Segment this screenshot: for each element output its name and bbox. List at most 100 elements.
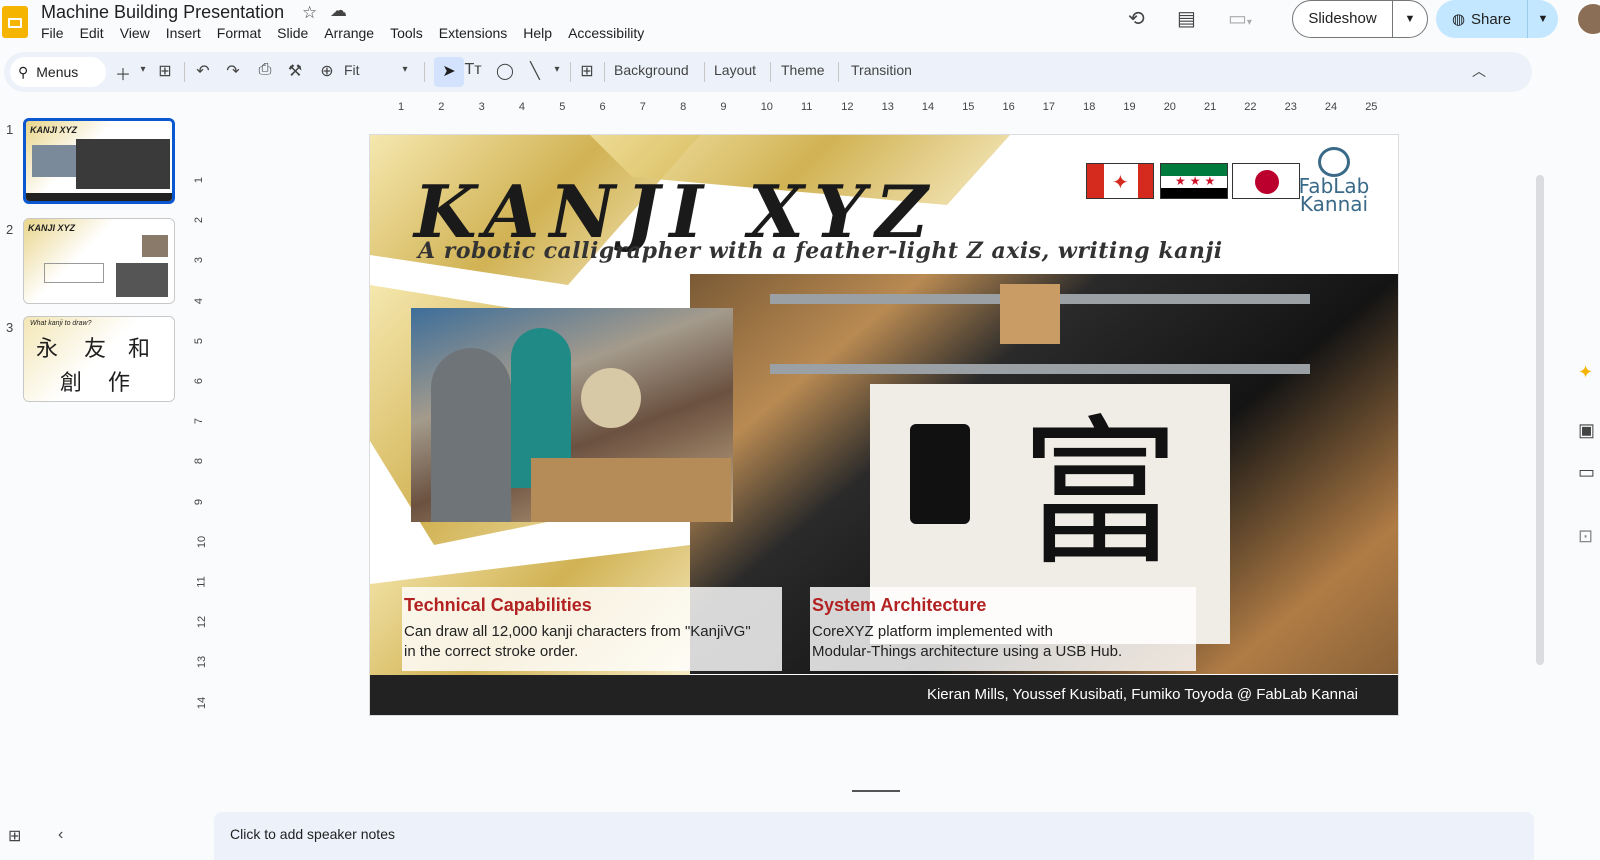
ruler-tick: 15: [962, 101, 975, 113]
ruler-tick: 5: [193, 337, 206, 344]
thumb-kanji: 友: [84, 337, 107, 362]
ruler-tick: 23: [1284, 101, 1297, 113]
menu-arrange[interactable]: Arrange: [324, 25, 382, 41]
menu-format[interactable]: Format: [217, 25, 269, 41]
ruler-tick: 1: [398, 101, 405, 113]
star-icon[interactable]: ☆: [302, 3, 317, 23]
scrollbar[interactable]: [1536, 175, 1544, 665]
redo-icon[interactable]: ↷: [222, 61, 244, 81]
paint-format-icon[interactable]: ⚒: [284, 61, 306, 81]
line-icon[interactable]: ╲: [524, 61, 546, 81]
menus-search-label: Menus: [36, 64, 79, 80]
person: [431, 348, 511, 522]
add-on-icon[interactable]: ⊡: [1578, 526, 1593, 547]
slideshow-label[interactable]: Slideshow: [1293, 1, 1393, 37]
layout-button[interactable]: Layout: [714, 62, 756, 78]
insert-comment-icon[interactable]: ⊞: [576, 61, 598, 81]
menu-tools[interactable]: Tools: [390, 25, 431, 41]
slide-subtitle[interactable]: A robotic calligrapher with a feather-li…: [418, 238, 1223, 264]
gemini-sparkle-icon[interactable]: ✦: [1578, 362, 1593, 383]
drawn-kanji: 富: [1020, 400, 1181, 587]
team-photo[interactable]: [411, 308, 733, 522]
background-button[interactable]: Background: [614, 62, 689, 78]
cloud-status-icon[interactable]: ☁: [330, 1, 347, 21]
syria-flag-icon[interactable]: ★★★: [1160, 163, 1228, 199]
new-slide-icon[interactable]: ＋: [112, 61, 134, 85]
print-icon[interactable]: ⎙: [254, 61, 276, 79]
fablab-kannai-logo[interactable]: FabLab Kannai: [1298, 147, 1370, 214]
notes-resize-handle[interactable]: [852, 790, 900, 792]
system-architecture-text: CoreXYZ platform implemented with: [812, 623, 1053, 640]
avatar[interactable]: [1576, 2, 1600, 36]
ruler-tick: 9: [720, 101, 727, 113]
menus-search[interactable]: ⚲ Menus: [10, 57, 106, 87]
menu-slide[interactable]: Slide: [277, 25, 316, 41]
japan-flag-icon[interactable]: [1232, 163, 1300, 199]
menu-view[interactable]: View: [120, 25, 158, 41]
zoom-select[interactable]: Fit: [344, 62, 360, 78]
technical-capabilities-box[interactable]: Technical Capabilities Can draw all 12,0…: [402, 587, 782, 671]
chevron-down-icon[interactable]: ▼: [1393, 13, 1427, 25]
menu-help[interactable]: Help: [523, 25, 560, 41]
canada-flag-icon[interactable]: ✦: [1086, 163, 1154, 199]
ruler-tick: 3: [193, 257, 206, 264]
thumb-title: KANJI XYZ: [30, 125, 78, 135]
ruler-tick: 13: [881, 101, 894, 113]
new-slide-layout-icon[interactable]: ⊞: [154, 61, 176, 81]
collapse-toolbar-icon[interactable]: ︿: [1468, 61, 1490, 81]
theme-button[interactable]: Theme: [781, 62, 825, 78]
slideshow-button[interactable]: Slideshow ▼: [1292, 0, 1428, 38]
menu-insert[interactable]: Insert: [166, 25, 209, 41]
keep-icon[interactable]: ▣: [1578, 420, 1595, 441]
ruler-tick: 19: [1123, 101, 1136, 113]
meet-camera-icon[interactable]: ▭▾: [1228, 6, 1252, 31]
ruler-tick: 6: [599, 101, 606, 113]
menu-file[interactable]: File: [41, 25, 72, 41]
comments-icon[interactable]: ▤: [1177, 6, 1196, 31]
menu-accessibility[interactable]: Accessibility: [568, 25, 652, 41]
system-architecture-text: Modular-Things architecture using a USB …: [812, 643, 1123, 660]
grid-view-icon[interactable]: ⊞: [8, 826, 21, 846]
chevron-down-icon[interactable]: ▾: [132, 64, 154, 75]
slide-number: 2: [6, 222, 14, 237]
horizontal-ruler[interactable]: 1 2 3 4 5 6 7 8 9 10 11 12 13 14 15 16 17 18 19 20 21 22 23 24 2…: [362, 98, 1396, 118]
document-title[interactable]: Machine Building Presentation: [41, 2, 284, 23]
speaker-notes[interactable]: Click to add speaker notes: [214, 812, 1534, 860]
vertical-ruler[interactable]: 1 2 3 4 5 6 7 8 9 10 11 12 13 14: [193, 118, 210, 718]
chevron-down-icon[interactable]: ▼: [1528, 13, 1558, 25]
ruler-tick: 5: [559, 101, 566, 113]
ruler-tick: 17: [1042, 101, 1056, 113]
share-button[interactable]: ◍ Share ▼: [1436, 0, 1558, 38]
slide-thumbnail-1[interactable]: KANJI XYZ: [23, 118, 175, 204]
toolbar-divider: [570, 62, 571, 82]
ruler-tick: 3: [478, 101, 485, 113]
toolbar-divider: [770, 62, 771, 82]
select-tool-icon[interactable]: ➤: [434, 57, 464, 87]
folder-icon[interactable]: ▭: [1578, 462, 1595, 483]
ruler-tick: 16: [1002, 101, 1015, 113]
menu-edit[interactable]: Edit: [80, 25, 112, 41]
ruler-tick: 24: [1324, 101, 1338, 113]
ruler-tick: 14: [196, 696, 209, 709]
slide-thumbnail-3[interactable]: What kanji to draw? 永 友 和 創 作: [23, 316, 175, 402]
shape-icon[interactable]: ◯: [494, 61, 516, 81]
thumb-kanji: 創: [60, 371, 83, 396]
slide-footer[interactable]: Kieran Mills, Youssef Kusibati, Fumiko T…: [370, 675, 1398, 715]
slide-canvas[interactable]: KANJI XYZ A robotic calligrapher with a …: [370, 135, 1398, 715]
collapse-filmstrip-icon[interactable]: ‹: [58, 826, 63, 844]
undo-icon[interactable]: ↶: [192, 61, 214, 81]
slides-logo-icon[interactable]: [2, 6, 28, 38]
text-box-icon[interactable]: Tт: [462, 61, 484, 79]
slide-number: 1: [6, 122, 14, 137]
chevron-down-icon[interactable]: ▾: [394, 64, 416, 75]
phone: [910, 424, 970, 524]
ruler-tick: 12: [841, 101, 854, 113]
chevron-down-icon[interactable]: ▾: [546, 64, 568, 75]
zoom-icon[interactable]: ⊕: [316, 61, 338, 81]
transition-button[interactable]: Transition: [851, 62, 912, 78]
slide-thumbnail-2[interactable]: KANJI XYZ: [23, 218, 175, 304]
version-history-icon[interactable]: ⟲: [1128, 6, 1145, 31]
menu-extensions[interactable]: Extensions: [439, 25, 515, 41]
system-architecture-box[interactable]: System Architecture CoreXYZ platform imp…: [810, 587, 1196, 671]
ruler-tick: 18: [1083, 101, 1096, 113]
